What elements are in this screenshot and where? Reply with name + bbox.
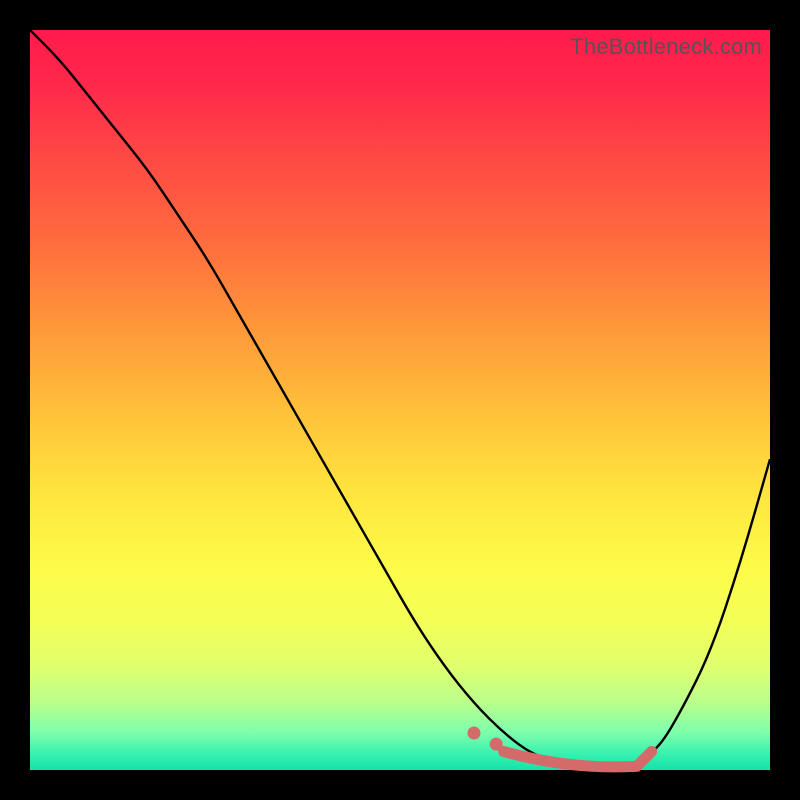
accent-dot	[468, 727, 481, 740]
bottleneck-curve	[30, 30, 770, 770]
accent-dots	[468, 727, 503, 751]
curve-svg	[30, 30, 770, 770]
chart-frame: TheBottleneck.com	[0, 0, 800, 800]
accent-segment	[504, 752, 652, 767]
accent-dot	[490, 738, 503, 751]
plot-area: TheBottleneck.com	[30, 30, 770, 770]
